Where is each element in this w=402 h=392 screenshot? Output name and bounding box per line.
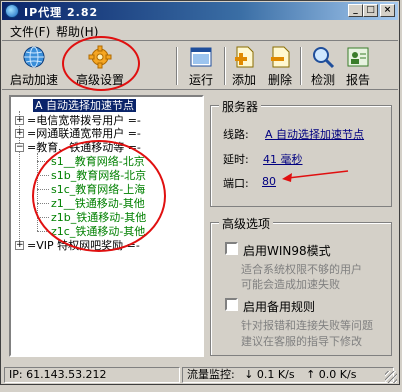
download-speed: ↓ 0.1 K/s <box>244 368 295 381</box>
annotation-circle-tree <box>32 140 166 252</box>
maximize-button[interactable]: □ <box>363 4 378 17</box>
toolbar-separator <box>224 47 226 85</box>
advanced-group-title: 高级选项 <box>219 215 274 232</box>
quick-start-label: 启动加速 <box>9 73 58 87</box>
delay-label: 延时: <box>223 153 249 166</box>
remove-page-icon <box>267 45 293 69</box>
window-icon <box>188 45 214 69</box>
win98-desc-line2: 可能会造成加速失败 <box>241 278 340 291</box>
report-label: 报告 <box>345 73 370 87</box>
globe-icon <box>21 45 47 69</box>
check-button[interactable]: 检测 <box>306 43 340 89</box>
menu-file[interactable]: 文件(F) <box>10 23 50 40</box>
tree-group-netcom[interactable]: =网通联通宽带用户 =- <box>27 127 141 140</box>
add-label: 添加 <box>231 73 256 87</box>
backup-rules-label[interactable]: 启用备用规则 <box>243 298 315 315</box>
delete-button[interactable]: 删除 <box>264 43 296 89</box>
delete-label: 删除 <box>267 73 292 87</box>
port-label: 端口: <box>223 177 249 190</box>
check-label: 检测 <box>310 73 335 87</box>
expand-icon[interactable]: + <box>15 241 24 250</box>
backup-rules-checkbox[interactable] <box>225 298 238 311</box>
line-label: 线路: <box>223 128 249 141</box>
magnifier-icon <box>310 45 336 69</box>
win98-label[interactable]: 启用WIN98模式 <box>243 242 331 259</box>
backup-desc-line1: 针对报错和连接失败等问题 <box>241 319 373 332</box>
add-page-icon <box>231 45 257 69</box>
status-bar: IP: 61.143.53.212 流量监控: ↓ 0.1 K/s ↑ 0.0 … <box>2 366 398 384</box>
upload-speed: ↑ 0.0 K/s <box>306 368 357 381</box>
expand-icon[interactable]: + <box>15 129 24 138</box>
backup-desc-line2: 建议在客服的指导下修改 <box>241 335 362 348</box>
win98-desc-line1: 适合系统权限不够的用户 <box>241 263 362 276</box>
run-label: 运行 <box>188 73 213 87</box>
quick-start-button[interactable]: 启动加速 <box>6 43 62 89</box>
traffic-label: 流量监控: <box>187 368 235 381</box>
tree-item-auto-select[interactable]: A 自动选择加速节点 <box>33 99 137 112</box>
server-group-title: 服务器 <box>219 98 262 115</box>
add-button[interactable]: 添加 <box>228 43 260 89</box>
ip-status: IP: 61.143.53.212 <box>4 367 180 383</box>
app-icon <box>5 4 19 18</box>
title-bar[interactable]: IP代理 2.82 _ □ × <box>2 2 398 20</box>
close-button[interactable]: × <box>380 4 395 17</box>
win98-checkbox[interactable] <box>225 242 238 255</box>
run-button[interactable]: 运行 <box>184 43 218 89</box>
annotation-circle-advanced <box>62 36 140 91</box>
server-group: 服务器 线路: A 自动选择加速节点 延时: 41 毫秒 端口: 80 <box>210 98 392 207</box>
advanced-options-group: 高级选项 启用WIN98模式 适合系统权限不够的用户 可能会造成加速失败 启用备… <box>210 215 392 356</box>
traffic-panel: 流量监控: ↓ 0.1 K/s ↑ 0.0 K/s <box>182 367 394 383</box>
port-value[interactable]: 80 <box>262 175 276 188</box>
window-title: IP代理 2.82 <box>24 6 99 19</box>
annotation-arrow <box>282 170 349 182</box>
menu-bar: 文件(F) 帮助(H) <box>2 21 398 39</box>
minimize-button[interactable]: _ <box>348 4 363 17</box>
person-card-icon <box>345 45 371 69</box>
expand-icon[interactable]: + <box>15 116 24 125</box>
report-button[interactable]: 报告 <box>342 43 374 89</box>
collapse-icon[interactable]: − <box>15 143 24 152</box>
delay-value: 41 毫秒 <box>263 153 303 166</box>
resize-grip[interactable] <box>385 371 397 383</box>
toolbar-separator <box>300 47 302 85</box>
line-value[interactable]: A 自动选择加速节点 <box>265 126 364 142</box>
toolbar-separator <box>176 47 178 85</box>
tree-group-telecom[interactable]: =电信宽带拨号用户 =- <box>27 114 141 127</box>
